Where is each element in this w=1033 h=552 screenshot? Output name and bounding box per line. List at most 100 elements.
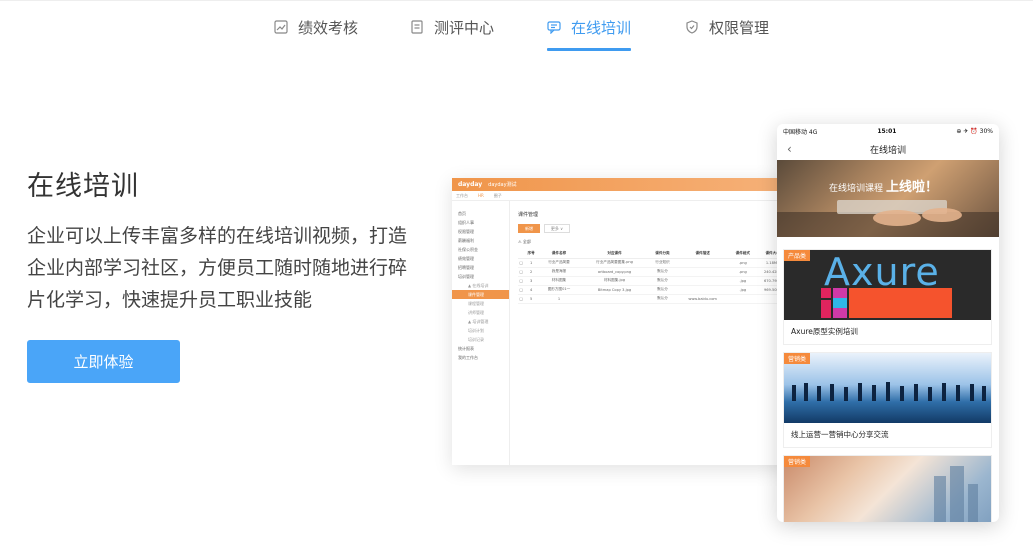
desktop-sidebar-item: 绩效管理	[458, 256, 474, 261]
table-cell: 2	[524, 267, 538, 277]
desktop-main: 课件管理 新增 更多 ∨ ⚠ 全部 序号 课件名称 对应课件 课件分类 课件描述 课件格式…	[510, 201, 797, 465]
table-row: □ 2 我是海报 artboard_copy.png 默认分 .png 240.42KB	[518, 267, 789, 277]
table-cell	[729, 294, 757, 304]
desktop-table: 序号 课件名称 对应课件 课件分类 课件描述 课件格式 课件大小 □ 1 行业产品简要 行业产品简…	[518, 249, 789, 304]
category-tag: 营销类	[784, 456, 811, 467]
desktop-sidebar-item: 培训管理	[458, 274, 474, 279]
desktop-sidebar-item: 培训记录	[468, 337, 484, 342]
table-cell: 3	[524, 276, 538, 286]
table-column-header: 课件描述	[675, 249, 730, 259]
table-cell: .jpg	[729, 285, 757, 295]
laptop-illustration	[777, 200, 999, 237]
page-title: 在线培训	[27, 171, 139, 202]
table-cell: .png	[729, 267, 757, 277]
desktop-sidebar-item: 薪酬福利	[458, 238, 474, 243]
table-row: □ 5 1 默认分 www.baidu.com	[518, 294, 789, 304]
desktop-tabs: 工作台 HR 圈子	[452, 191, 797, 201]
battery-indicator: ⊕ ✈ ⏰ 30%	[956, 127, 993, 135]
desktop-tab: HR	[478, 193, 484, 198]
tab-label: 绩效考核	[298, 19, 359, 37]
desktop-filter-all: ⚠ 全部	[518, 239, 531, 244]
table-cell: 1	[537, 294, 581, 304]
category-tag: 产品类	[784, 250, 811, 261]
crowd-silhouette-art	[792, 382, 986, 401]
banner-highlight: 上线啦！	[886, 180, 939, 195]
course-title: 线上运营一营销中心分享交流	[791, 430, 889, 439]
filter-label: 全部	[522, 239, 531, 244]
table-cell	[675, 276, 730, 286]
table-cell: 材料图集	[537, 276, 581, 286]
table-body: □ 1 行业产品简要 行业产品简要图集.png 行业知识 .png 1.18MB □ 2 我是海报…	[518, 258, 789, 304]
desktop-screenshot: dayday dayday测试 工作台 HR 圈子 首页 组织人事 权限管理 薪酬福利…	[452, 178, 797, 465]
table-cell: Bitmap Copy 3.jpg	[580, 285, 649, 295]
desktop-sidebar-item: 课件管理	[452, 290, 509, 299]
desktop-page-title: 课件管理	[518, 212, 539, 218]
phone-screenshot: 中国移动 4G 15:01 ⊕ ✈ ⏰ 30% ‹ 在线培训 在线培训课程 上线啦…	[777, 124, 999, 522]
category-tag: 营销类	[784, 353, 811, 364]
table-cell: 1	[524, 258, 538, 268]
course-card[interactable]: 产品类 Axure Axure原型实例培训	[783, 249, 992, 345]
table-column-header: 课件分类	[648, 249, 676, 259]
table-cell	[675, 258, 730, 268]
tab-online-training[interactable]: 在线培训	[547, 17, 632, 53]
desktop-more-button: 更多 ∨	[544, 224, 570, 233]
table-column-header: 课件名称	[537, 249, 581, 259]
desktop-sidebar-item: 组织人事	[458, 220, 474, 225]
course-thumbnail: 营销类	[784, 456, 991, 522]
desktop-sidebar-item: 社保公积金	[458, 247, 478, 252]
desktop-sidebar-item: 培训计划	[468, 328, 484, 333]
tab-performance[interactable]: 绩效考核	[274, 17, 358, 53]
table-column-header: 序号	[524, 249, 538, 259]
desktop-tab: 工作台	[456, 192, 468, 198]
course-card[interactable]: 营销类 线上运营一营销中心分享交流	[783, 352, 992, 448]
table-cell: 材料图集.jpg	[580, 276, 649, 286]
carrier: 中国移动 4G	[783, 128, 818, 136]
course-thumbnail: 营销类	[784, 353, 991, 423]
table-row: □ 4 图形方图01一 Bitmap Copy 3.jpg 默认分 .jpg 969.50K…	[518, 285, 789, 295]
table-cell	[675, 285, 730, 295]
phone-nav-bar: ‹ 在线培训	[777, 138, 999, 160]
course-thumbnail: 产品类 Axure	[784, 250, 991, 320]
table-cell: 默认分	[648, 267, 676, 277]
tab-label: 在线培训	[571, 19, 632, 37]
table-row: □ 3 材料图集 材料图集.jpg 默认分 .jpg 670.79KB	[518, 276, 789, 286]
table-cell	[580, 294, 649, 304]
table-cell: 4	[524, 285, 538, 295]
table-cell: www.baidu.com	[675, 294, 730, 304]
desktop-sidebar-item: ▲ 在线培训	[468, 283, 489, 288]
table-cell: 我是海报	[537, 267, 581, 277]
tab-label: 测评中心	[434, 19, 495, 37]
table-column-header: 课件格式	[729, 249, 757, 259]
phone-banner: 在线培训课程 上线啦！	[777, 160, 999, 237]
banner-text: 在线培训课程 上线啦！	[829, 176, 938, 195]
table-cell: 默认分	[648, 294, 676, 304]
app-name: dayday测试	[488, 182, 517, 188]
desktop-sidebar-item: 招聘管理	[458, 265, 474, 270]
course-card[interactable]: 营销类	[783, 455, 992, 522]
chat-icon	[547, 21, 561, 34]
try-now-button[interactable]: 立即体验	[27, 340, 180, 383]
desktop-app-bar: dayday dayday测试	[452, 178, 797, 191]
tab-assessment[interactable]: 测评中心	[410, 17, 494, 53]
desktop-toolbar: 新增 更多 ∨	[518, 224, 789, 233]
table-cell: .jpg	[729, 276, 757, 286]
desktop-sidebar-item: ▲ 培训管理	[468, 319, 489, 324]
app-logo: dayday	[458, 181, 483, 188]
table-cell	[675, 267, 730, 277]
table-cell: .png	[729, 258, 757, 268]
tab-permissions[interactable]: 权限管理	[685, 17, 769, 53]
feature-description: 企业可以上传丰富多样的在线培训视频，打造企业内部学习社区，方便员工随时随地进行碎…	[27, 225, 408, 311]
table-cell: 行业产品简要	[537, 258, 581, 268]
axure-blocks-art	[821, 288, 952, 318]
table-header: 序号 课件名称 对应课件 课件分类 课件描述 课件格式 课件大小	[518, 249, 789, 259]
table-cell: 行业知识	[648, 258, 676, 268]
banner-title: 在线培训课程	[829, 184, 884, 194]
phone-title: 在线培训	[869, 145, 906, 156]
table-cell: 行业产品简要图集.png	[580, 258, 649, 268]
clock: 15:01	[877, 127, 897, 135]
desktop-tab: 圈子	[493, 192, 502, 198]
chart-icon	[274, 20, 288, 34]
table-cell: 默认分	[648, 285, 676, 295]
shield-icon	[686, 20, 698, 34]
table-cell: artboard_copy.png	[580, 267, 649, 277]
